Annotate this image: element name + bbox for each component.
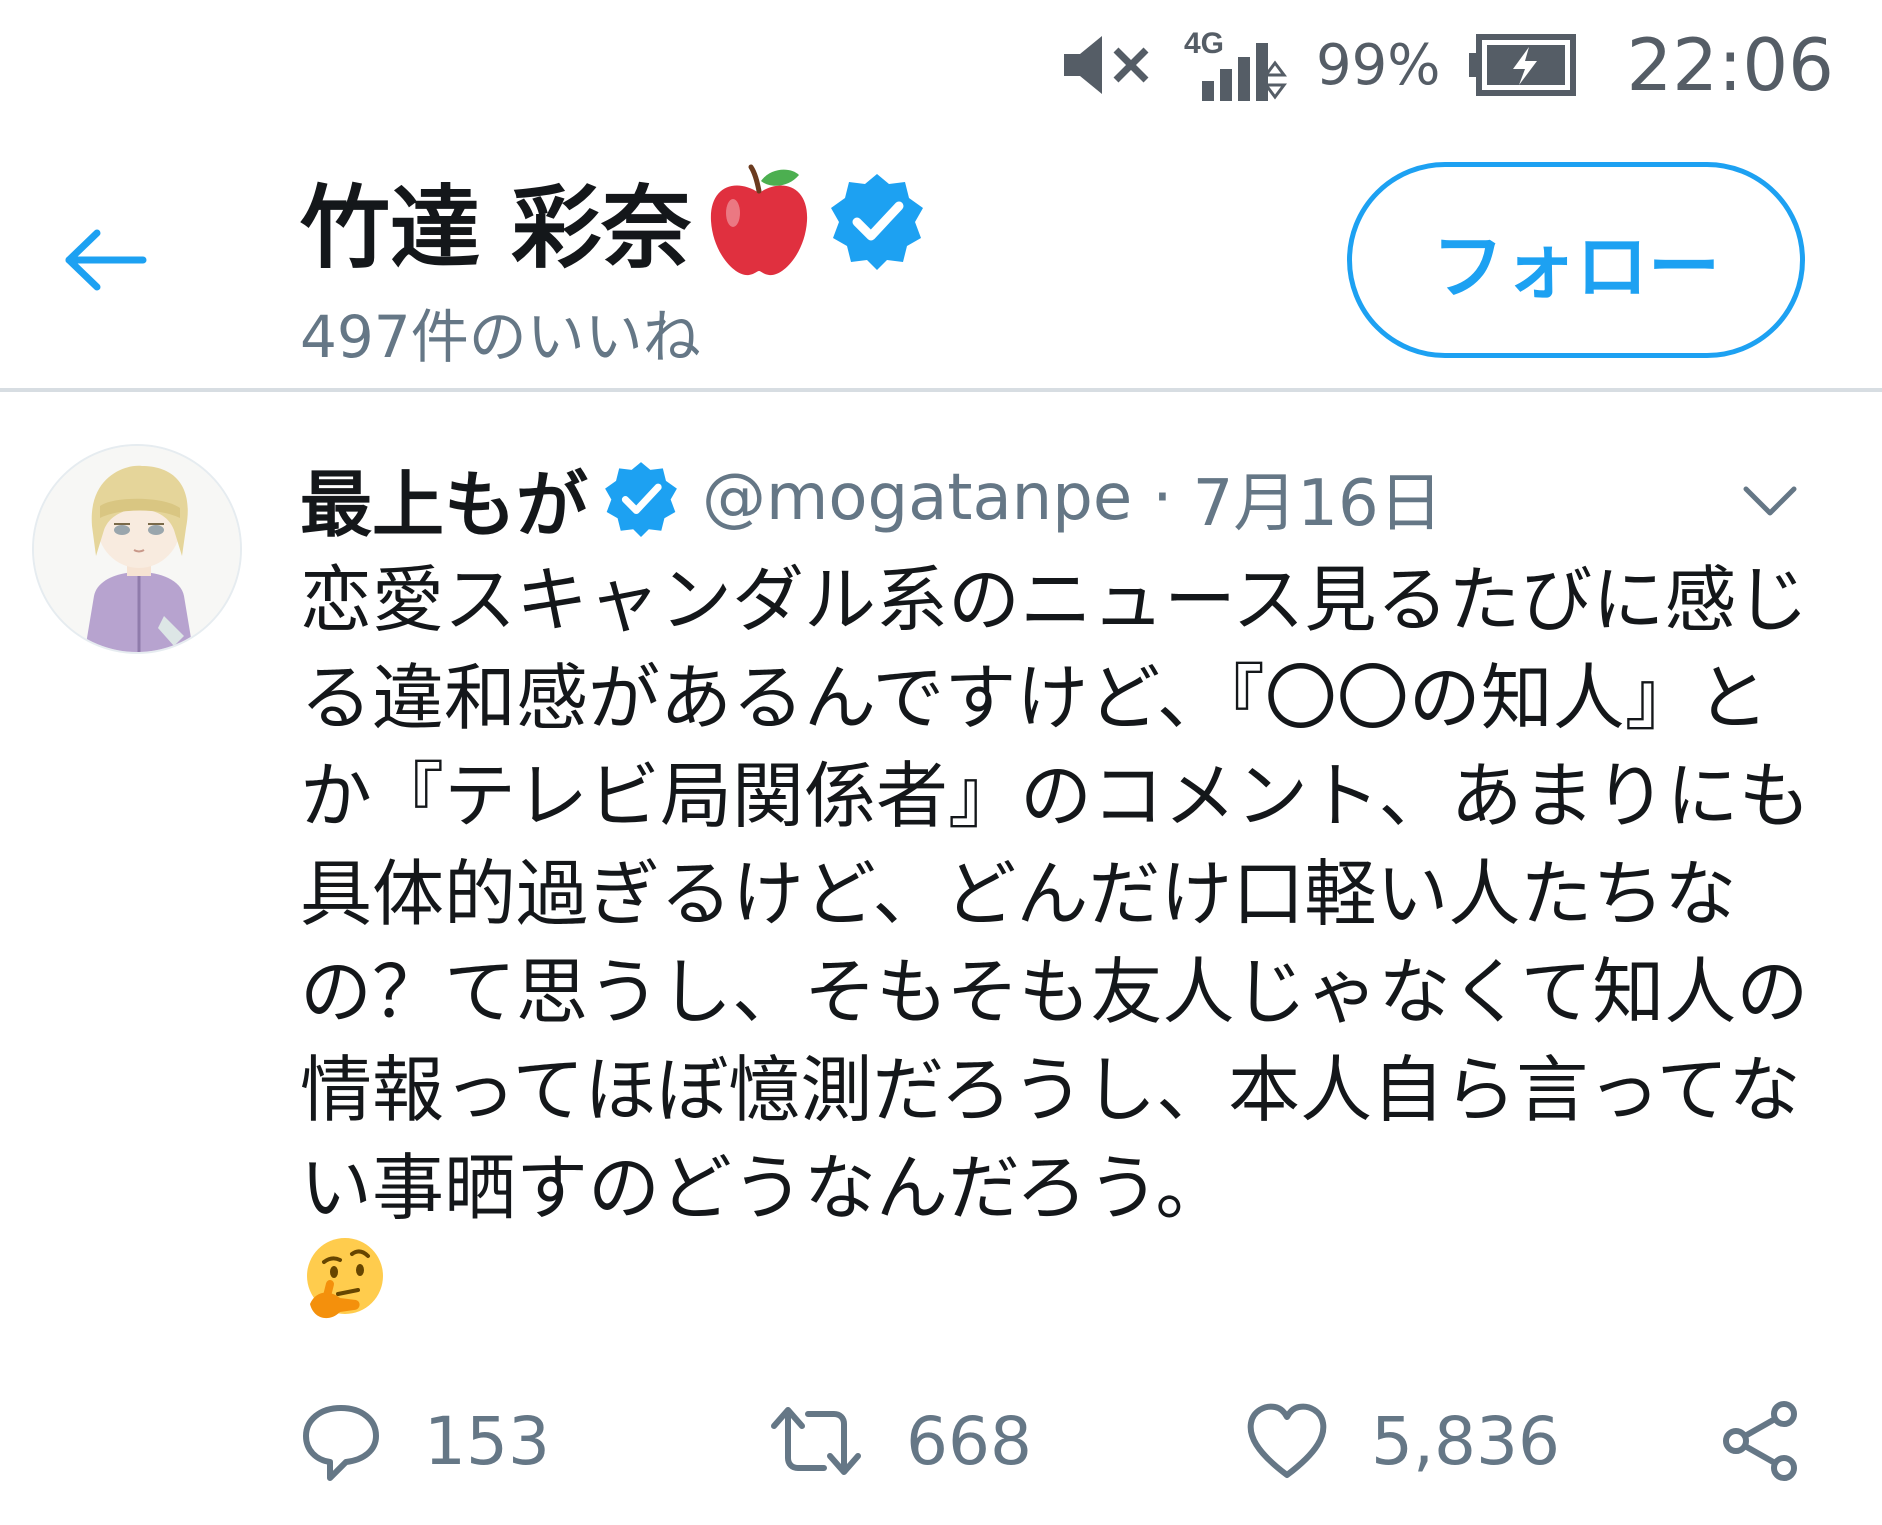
verified-badge-icon — [602, 459, 680, 537]
avatar[interactable] — [32, 444, 242, 654]
reply-count: 153 — [424, 1402, 550, 1480]
thinking-face-emoji — [300, 1234, 390, 1328]
retweet-icon — [771, 1407, 861, 1475]
reply-button[interactable]: 153 — [300, 1386, 550, 1496]
like-button[interactable]: 5,836 — [1245, 1386, 1560, 1496]
clock: 22:06 — [1626, 23, 1835, 107]
separator-dot: · — [1152, 461, 1173, 535]
like-count: 5,836 — [1371, 1402, 1560, 1480]
tweet-header: 最上もが @mogatanpe · 7月16日 — [300, 448, 1443, 548]
chevron-down-icon — [1743, 486, 1797, 516]
follow-button[interactable]: フォロー — [1347, 162, 1805, 358]
status-bar: 4G 99% 22:06 — [0, 0, 1882, 130]
signal-bars-icon: 4G — [1180, 23, 1290, 107]
profile-name: 竹達 彩奈 — [300, 176, 692, 281]
tweet-date[interactable]: 7月16日 — [1193, 452, 1443, 544]
network-type-label: 4G — [1184, 27, 1224, 60]
tweet-menu-button[interactable] — [1735, 471, 1805, 531]
heart-icon — [1247, 1403, 1327, 1478]
battery-percentage: 99% — [1316, 32, 1441, 98]
likes-count-label: 497件のいいね — [300, 303, 701, 371]
arrow-left-icon — [65, 229, 147, 291]
tweet-handle[interactable]: @mogatanpe — [702, 461, 1132, 535]
profile-header: 竹達 彩奈 497件のいいね フォロー — [0, 130, 1882, 392]
tweet-author-name[interactable]: 最上もが — [300, 446, 588, 551]
profile-name-row: 竹達 彩奈 — [300, 155, 927, 285]
retweet-count: 668 — [906, 1402, 1032, 1480]
share-icon — [1723, 1401, 1797, 1481]
tweet-text: 恋愛スキャンダル系のニュース見るたびに感じる違和感があるんですけど、『〇〇の知人… — [300, 558, 1811, 1230]
verified-badge-icon — [831, 174, 924, 270]
tweet[interactable]: 最上もが @mogatanpe · 7月16日 恋愛スキャンダル系のニュース見る… — [0, 396, 1882, 1525]
tweet-actions: 153 668 5,836 — [300, 1386, 1815, 1496]
back-button[interactable] — [60, 215, 150, 305]
share-button[interactable] — [1720, 1386, 1802, 1496]
reply-bubble-icon — [303, 1405, 379, 1481]
red-apple-emoji — [711, 164, 808, 276]
retweet-button[interactable]: 668 — [768, 1386, 1032, 1496]
speaker-muted-icon — [1058, 30, 1154, 100]
battery-charging-icon — [1467, 33, 1577, 97]
